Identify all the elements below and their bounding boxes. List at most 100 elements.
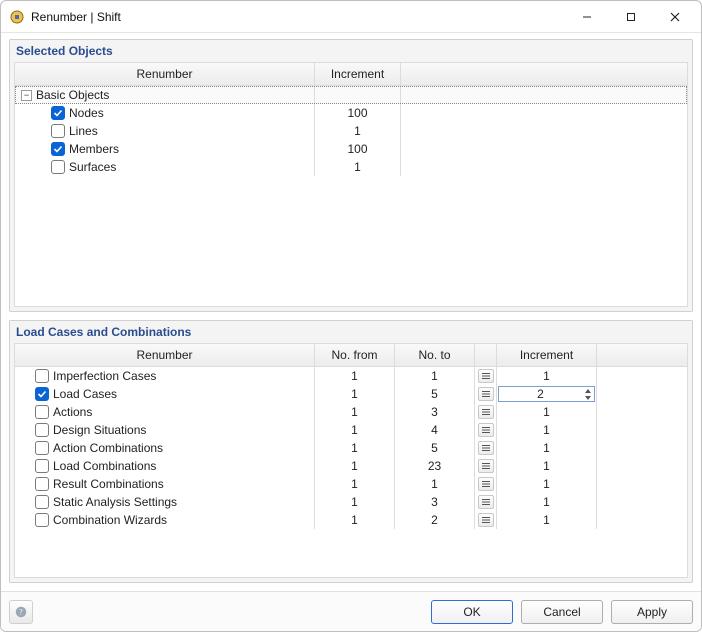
increment-nodes[interactable]: 100: [315, 104, 401, 122]
to-actions[interactable]: 3: [395, 403, 475, 421]
col-renumber: Renumber: [15, 63, 315, 85]
increment-resultcomb[interactable]: 1: [497, 475, 597, 493]
minimize-button[interactable]: [565, 3, 609, 31]
picker-button-wizards[interactable]: [478, 513, 494, 527]
from-actioncomb[interactable]: 1: [315, 439, 395, 457]
checkbox-nodes[interactable]: [51, 106, 65, 120]
window-title: Renumber | Shift: [31, 10, 565, 24]
tree-row-surfaces[interactable]: Surfaces 1: [15, 158, 687, 176]
load-cases-title: Load Cases and Combinations: [10, 321, 692, 343]
load-cases-panel: Load Cases and Combinations Renumber No.…: [9, 320, 693, 583]
load-cases-grid: Renumber No. from No. to Increment Imper…: [14, 343, 688, 578]
selected-objects-body: − Basic Objects Nodes 100: [15, 86, 687, 306]
from-wizards[interactable]: 1: [315, 511, 395, 529]
to-resultcomb[interactable]: 1: [395, 475, 475, 493]
label-lines: Lines: [69, 124, 98, 138]
col2-spacer: [597, 344, 687, 366]
ok-button[interactable]: OK: [431, 600, 513, 624]
lc-row-design[interactable]: Design Situations141: [15, 421, 687, 439]
increment-loadcomb[interactable]: 1: [497, 457, 597, 475]
checkbox-static[interactable]: [35, 495, 49, 509]
picker-button-loadcases[interactable]: [478, 387, 494, 401]
selected-objects-grid: Renumber Increment − Basic Objects: [14, 62, 688, 307]
to-loadcases[interactable]: 5: [395, 385, 475, 403]
collapse-icon[interactable]: −: [21, 90, 32, 101]
checkbox-surfaces[interactable]: [51, 160, 65, 174]
checkbox-members[interactable]: [51, 142, 65, 156]
app-icon: [9, 9, 25, 25]
col-increment: Increment: [315, 63, 401, 85]
picker-button-actioncomb[interactable]: [478, 441, 494, 455]
from-loadcases[interactable]: 1: [315, 385, 395, 403]
svg-text:?: ?: [19, 607, 23, 616]
lc-row-loadcases[interactable]: Load Cases152: [15, 385, 687, 403]
col2-renumber: Renumber: [15, 344, 315, 366]
selected-objects-title: Selected Objects: [10, 40, 692, 62]
from-static[interactable]: 1: [315, 493, 395, 511]
increment-imperfection[interactable]: 1: [497, 367, 597, 385]
lc-row-resultcomb[interactable]: Result Combinations111: [15, 475, 687, 493]
lc-row-static[interactable]: Static Analysis Settings131: [15, 493, 687, 511]
lc-row-actions[interactable]: Actions131: [15, 403, 687, 421]
from-actions[interactable]: 1: [315, 403, 395, 421]
checkbox-loadcases[interactable]: [35, 387, 49, 401]
titlebar: Renumber | Shift: [1, 1, 701, 33]
increment-actions[interactable]: 1: [497, 403, 597, 421]
increment-surfaces[interactable]: 1: [315, 158, 401, 176]
label-actions: Actions: [53, 405, 92, 419]
picker-button-design[interactable]: [478, 423, 494, 437]
increment-lines[interactable]: 1: [315, 122, 401, 140]
increment-static[interactable]: 1: [497, 493, 597, 511]
close-button[interactable]: [653, 3, 697, 31]
to-imperfection[interactable]: 1: [395, 367, 475, 385]
tree-row-members[interactable]: Members 100: [15, 140, 687, 158]
checkbox-lines[interactable]: [51, 124, 65, 138]
checkbox-wizards[interactable]: [35, 513, 49, 527]
tree-row-nodes[interactable]: Nodes 100: [15, 104, 687, 122]
checkbox-imperfection[interactable]: [35, 369, 49, 383]
checkbox-actioncomb[interactable]: [35, 441, 49, 455]
checkbox-actions[interactable]: [35, 405, 49, 419]
from-loadcomb[interactable]: 1: [315, 457, 395, 475]
lc-row-loadcomb[interactable]: Load Combinations1231: [15, 457, 687, 475]
lc-row-wizards[interactable]: Combination Wizards121: [15, 511, 687, 529]
cancel-button[interactable]: Cancel: [521, 600, 603, 624]
to-wizards[interactable]: 2: [395, 511, 475, 529]
picker-button-static[interactable]: [478, 495, 494, 509]
picker-button-actions[interactable]: [478, 405, 494, 419]
spin-up-icon[interactable]: [582, 387, 594, 394]
col2-to: No. to: [395, 344, 475, 366]
checkbox-loadcomb[interactable]: [35, 459, 49, 473]
spin-down-icon[interactable]: [582, 394, 594, 401]
selected-objects-header: Renumber Increment: [15, 63, 687, 86]
label-nodes: Nodes: [69, 106, 104, 120]
increment-wizards[interactable]: 1: [497, 511, 597, 529]
tree-parent-basic-objects[interactable]: − Basic Objects: [15, 86, 687, 104]
label-resultcomb: Result Combinations: [53, 477, 164, 491]
picker-button-loadcomb[interactable]: [478, 459, 494, 473]
label-loadcomb: Load Combinations: [53, 459, 156, 473]
to-loadcomb[interactable]: 23: [395, 457, 475, 475]
increment-members[interactable]: 100: [315, 140, 401, 158]
increment-actioncomb[interactable]: 1: [497, 439, 597, 457]
increment-design[interactable]: 1: [497, 421, 597, 439]
checkbox-resultcomb[interactable]: [35, 477, 49, 491]
load-cases-body: Imperfection Cases111Load Cases152Action…: [15, 367, 687, 577]
picker-button-imperfection[interactable]: [478, 369, 494, 383]
lc-row-actioncomb[interactable]: Action Combinations151: [15, 439, 687, 457]
increment-input-loadcases[interactable]: 2: [498, 386, 595, 402]
checkbox-design[interactable]: [35, 423, 49, 437]
to-design[interactable]: 4: [395, 421, 475, 439]
tree-row-lines[interactable]: Lines 1: [15, 122, 687, 140]
apply-button[interactable]: Apply: [611, 600, 693, 624]
from-resultcomb[interactable]: 1: [315, 475, 395, 493]
from-design[interactable]: 1: [315, 421, 395, 439]
help-button[interactable]: ?: [9, 600, 33, 624]
maximize-button[interactable]: [609, 3, 653, 31]
lc-row-imperfection[interactable]: Imperfection Cases111: [15, 367, 687, 385]
picker-button-resultcomb[interactable]: [478, 477, 494, 491]
to-static[interactable]: 3: [395, 493, 475, 511]
to-actioncomb[interactable]: 5: [395, 439, 475, 457]
from-imperfection[interactable]: 1: [315, 367, 395, 385]
dialog-window: Renumber | Shift Selected Objects Renumb…: [0, 0, 702, 632]
